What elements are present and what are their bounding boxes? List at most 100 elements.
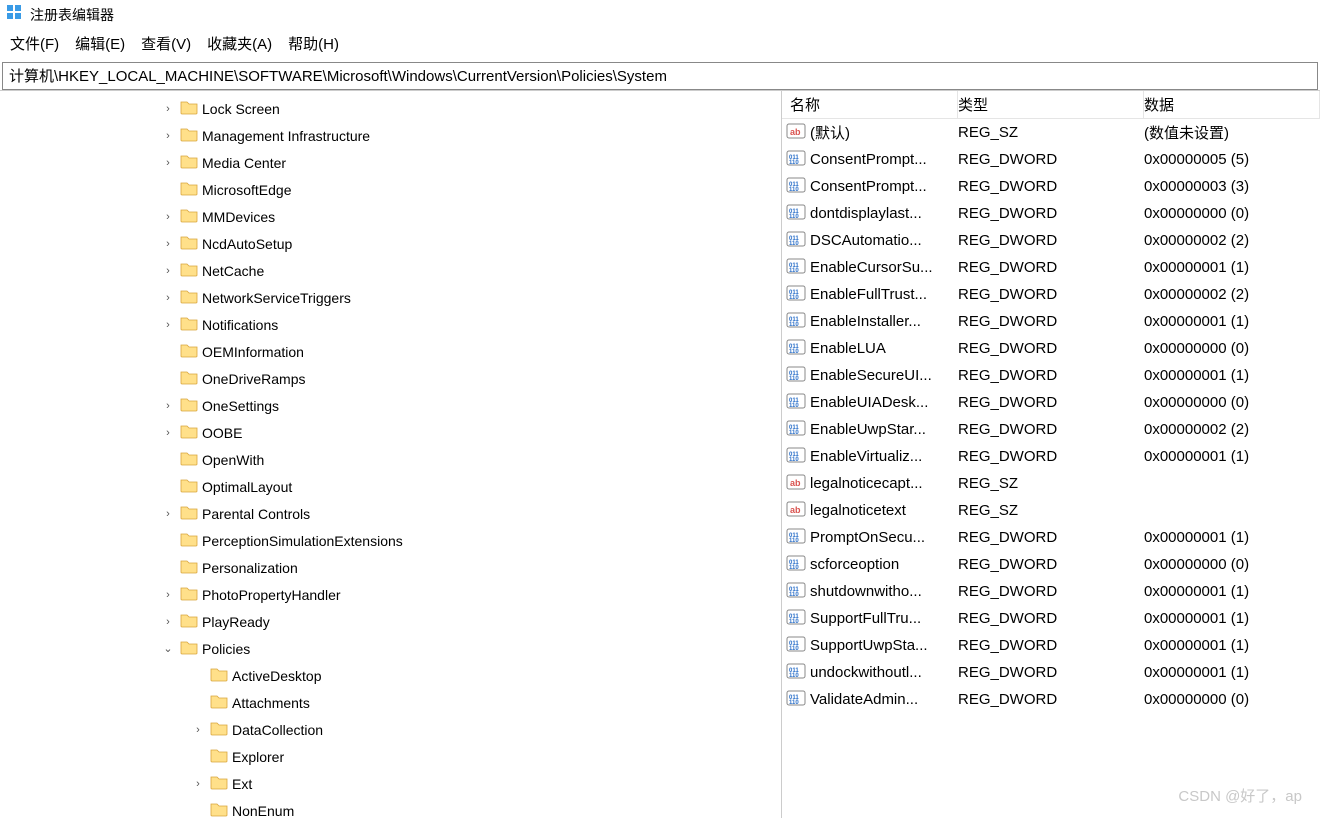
tree-item[interactable]: ›NetworkServiceTriggers — [0, 284, 781, 311]
tree-item[interactable]: ›NetCache — [0, 257, 781, 284]
tree-item[interactable]: MicrosoftEdge — [0, 176, 781, 203]
chevron-right-icon[interactable]: › — [160, 130, 176, 142]
chevron-right-icon[interactable]: › — [160, 238, 176, 250]
dword-value-icon: 011110 — [786, 284, 806, 306]
tree-view[interactable]: ›Lock Screen›Management Infrastructure›M… — [0, 91, 782, 818]
address-input[interactable] — [9, 67, 1311, 84]
value-row[interactable]: 011110ConsentPrompt...REG_DWORD0x0000000… — [782, 173, 1320, 200]
chevron-right-icon[interactable]: › — [160, 103, 176, 115]
value-row[interactable]: 011110SupportUwpSta...REG_DWORD0x0000000… — [782, 632, 1320, 659]
value-name: scforceoption — [810, 556, 899, 573]
tree-item-label: Policies — [202, 641, 250, 657]
chevron-right-icon[interactable]: › — [160, 292, 176, 304]
value-row[interactable]: 011110SupportFullTru...REG_DWORD0x000000… — [782, 605, 1320, 632]
tree-item-label: PhotoPropertyHandler — [202, 587, 341, 603]
value-row[interactable]: ablegalnoticecapt...REG_SZ — [782, 470, 1320, 497]
dword-value-icon: 011110 — [786, 554, 806, 576]
value-row[interactable]: 011110EnableUIADesk...REG_DWORD0x0000000… — [782, 389, 1320, 416]
tree-item[interactable]: ›Lock Screen — [0, 95, 781, 122]
chevron-right-icon[interactable]: › — [160, 616, 176, 628]
value-row[interactable]: 011110ConsentPrompt...REG_DWORD0x0000000… — [782, 146, 1320, 173]
value-row[interactable]: 011110shutdownwitho...REG_DWORD0x0000000… — [782, 578, 1320, 605]
tree-item[interactable]: ›MMDevices — [0, 203, 781, 230]
tree-item[interactable]: ›Management Infrastructure — [0, 122, 781, 149]
value-row[interactable]: 011110EnableLUAREG_DWORD0x00000000 (0) — [782, 335, 1320, 362]
chevron-right-icon[interactable]: › — [190, 724, 206, 736]
tree-item-label: NonEnum — [232, 803, 294, 818]
chevron-right-icon[interactable]: › — [160, 157, 176, 169]
value-data: 0x00000002 (2) — [1144, 232, 1320, 249]
tree-item-label: OneDriveRamps — [202, 371, 305, 387]
value-data: 0x00000002 (2) — [1144, 421, 1320, 438]
value-row[interactable]: 011110DSCAutomatio...REG_DWORD0x00000002… — [782, 227, 1320, 254]
tree-item[interactable]: OEMInformation — [0, 338, 781, 365]
chevron-right-icon[interactable]: › — [160, 508, 176, 520]
tree-item[interactable]: ›PlayReady — [0, 608, 781, 635]
tree-item[interactable]: OneDriveRamps — [0, 365, 781, 392]
address-bar[interactable] — [2, 62, 1318, 90]
chevron-right-icon[interactable]: › — [160, 400, 176, 412]
chevron-right-icon[interactable]: › — [160, 265, 176, 277]
value-row[interactable]: 011110EnableVirtualiz...REG_DWORD0x00000… — [782, 443, 1320, 470]
chevron-right-icon[interactable]: › — [160, 589, 176, 601]
value-row[interactable]: 011110EnableSecureUI...REG_DWORD0x000000… — [782, 362, 1320, 389]
tree-item[interactable]: › PhotoPropertyHandler — [0, 581, 781, 608]
value-type: REG_DWORD — [958, 286, 1144, 303]
tree-item[interactable]: ⌄ Policies — [0, 635, 781, 662]
value-row[interactable]: 011110EnableInstaller...REG_DWORD0x00000… — [782, 308, 1320, 335]
menubar: 文件(F) 编辑(E) 查看(V) 收藏夹(A) 帮助(H) — [0, 29, 1320, 60]
chevron-right-icon[interactable]: › — [160, 427, 176, 439]
tree-item[interactable]: Explorer — [0, 743, 781, 770]
value-row[interactable]: 011110undockwithoutl...REG_DWORD0x000000… — [782, 659, 1320, 686]
value-data: 0x00000000 (0) — [1144, 556, 1320, 573]
value-row[interactable]: 011110dontdisplaylast...REG_DWORD0x00000… — [782, 200, 1320, 227]
chevron-right-icon[interactable]: › — [190, 778, 206, 790]
tree-item[interactable]: Attachments — [0, 689, 781, 716]
regedit-icon — [6, 4, 24, 25]
tree-item-label: OpenWith — [202, 452, 264, 468]
col-header-name[interactable]: 名称 — [782, 91, 958, 118]
tree-item[interactable]: NonEnum — [0, 797, 781, 818]
value-row[interactable]: 011110scforceoptionREG_DWORD0x00000000 (… — [782, 551, 1320, 578]
value-data: 0x00000002 (2) — [1144, 286, 1320, 303]
tree-item[interactable]: ›Media Center — [0, 149, 781, 176]
col-header-type[interactable]: 类型 — [958, 91, 1144, 118]
tree-item[interactable]: ›OneSettings — [0, 392, 781, 419]
value-name: EnableFullTrust... — [810, 286, 927, 303]
tree-item[interactable]: ›Ext — [0, 770, 781, 797]
tree-item[interactable]: ›Notifications — [0, 311, 781, 338]
tree-item[interactable]: ›NcdAutoSetup — [0, 230, 781, 257]
value-row[interactable]: ablegalnoticetextREG_SZ — [782, 497, 1320, 524]
tree-item[interactable]: OpenWith — [0, 446, 781, 473]
menu-file[interactable]: 文件(F) — [10, 33, 59, 54]
svg-text:ab: ab — [790, 478, 801, 488]
value-row[interactable]: 011110EnableCursorSu...REG_DWORD0x000000… — [782, 254, 1320, 281]
value-row[interactable]: ab(默认)REG_SZ(数值未设置) — [782, 119, 1320, 146]
dword-value-icon: 011110 — [786, 176, 806, 198]
dword-value-icon: 011110 — [786, 257, 806, 279]
chevron-right-icon[interactable]: › — [160, 211, 176, 223]
value-row[interactable]: 011110EnableFullTrust... REG_DWORD0x00000… — [782, 281, 1320, 308]
chevron-down-icon[interactable]: ⌄ — [160, 642, 176, 655]
tree-item-label: OOBE — [202, 425, 242, 441]
tree-item[interactable]: Personalization — [0, 554, 781, 581]
tree-item[interactable]: › OOBE — [0, 419, 781, 446]
tree-item[interactable]: ›DataCollection — [0, 716, 781, 743]
tree-item[interactable]: ActiveDesktop — [0, 662, 781, 689]
col-header-data[interactable]: 数据 — [1144, 91, 1320, 118]
values-pane: 名称 类型 数据 ab(默认)REG_SZ(数值未设置)011110Consen… — [782, 91, 1320, 818]
tree-item-label: PerceptionSimulationExtensions — [202, 533, 403, 549]
tree-item[interactable]: PerceptionSimulationExtensions — [0, 527, 781, 554]
value-row[interactable]: 011110PromptOnSecu...REG_DWORD0x00000001… — [782, 524, 1320, 551]
value-row[interactable]: 011110EnableUwpStar...REG_DWORD0x0000000… — [782, 416, 1320, 443]
menu-fav[interactable]: 收藏夹(A) — [207, 33, 272, 54]
value-row[interactable]: 011110ValidateAdmin...REG_DWORD0x0000000… — [782, 686, 1320, 713]
tree-item[interactable]: OptimalLayout — [0, 473, 781, 500]
menu-view[interactable]: 查看(V) — [141, 33, 191, 54]
grid-body[interactable]: ab(默认)REG_SZ(数值未设置)011110ConsentPrompt..… — [782, 119, 1320, 818]
titlebar: 注册表编辑器 — [0, 0, 1320, 29]
menu-help[interactable]: 帮助(H) — [288, 33, 339, 54]
chevron-right-icon[interactable]: › — [160, 319, 176, 331]
menu-edit[interactable]: 编辑(E) — [75, 33, 125, 54]
tree-item[interactable]: ›Parental Controls — [0, 500, 781, 527]
